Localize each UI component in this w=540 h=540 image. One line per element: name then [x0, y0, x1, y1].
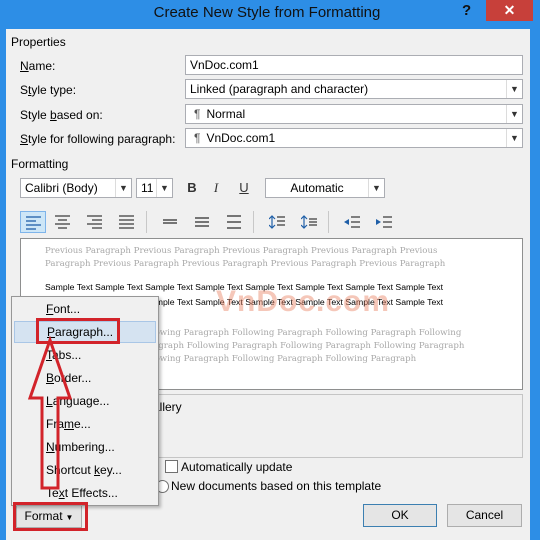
auto-update-checkbox[interactable] — [165, 460, 178, 473]
increase-indent-button[interactable] — [371, 211, 397, 233]
double-spacing-icon — [227, 215, 241, 229]
increase-indent-icon — [376, 216, 392, 228]
close-button[interactable]: ✕ — [486, 0, 533, 21]
help-button[interactable]: ? — [462, 2, 471, 19]
align-center-button[interactable] — [50, 211, 76, 233]
format-button-highlight-box — [13, 502, 88, 531]
chevron-down-icon[interactable]: ▼ — [368, 179, 384, 197]
paragraph-mark-icon: ¶ — [194, 107, 201, 121]
based-on-label: Style based on: — [20, 108, 103, 122]
watermark-logo: VnDoc.com — [216, 285, 391, 318]
align-left-icon — [26, 216, 41, 230]
font-size-dropdown[interactable]: 11 ▼ — [136, 178, 173, 198]
one-half-spacing-icon — [195, 217, 209, 227]
dialog-title: Create New Style from Formatting — [153, 4, 381, 21]
annotation-arrow-icon — [27, 336, 73, 490]
chevron-down-icon[interactable]: ▼ — [156, 179, 172, 197]
cancel-button[interactable]: Cancel — [447, 504, 522, 527]
font-color-dropdown[interactable]: Automatic ▼ — [265, 178, 385, 198]
decrease-spacing-icon — [301, 215, 317, 229]
double-spacing-button[interactable] — [221, 211, 247, 233]
style-type-value: Linked (paragraph and character) — [190, 82, 369, 96]
justify-icon — [119, 215, 134, 229]
chevron-down-icon[interactable]: ▼ — [506, 80, 522, 98]
bold-button[interactable]: B — [181, 178, 203, 198]
based-on-dropdown[interactable]: ¶ Normal ▼ — [185, 104, 523, 124]
font-dropdown[interactable]: Calibri (Body) ▼ — [20, 178, 132, 198]
font-value: Calibri (Body) — [25, 181, 98, 195]
align-right-icon — [87, 215, 102, 229]
single-spacing-button[interactable] — [157, 211, 183, 233]
dialog-window: Create New Style from Formatting ? ✕ Pro… — [0, 0, 540, 540]
one-half-spacing-button[interactable] — [189, 211, 215, 233]
chevron-down-icon[interactable]: ▼ — [115, 179, 131, 197]
font-color-value: Automatic — [290, 181, 344, 195]
ok-button[interactable]: OK — [363, 504, 437, 527]
formatting-heading: Formatting — [11, 157, 69, 171]
increase-paragraph-spacing-button[interactable] — [264, 211, 290, 233]
chevron-down-icon[interactable]: ▼ — [506, 129, 522, 147]
name-input[interactable]: VnDoc.com1 — [185, 55, 523, 75]
preview-previous-paragraph: Previous Paragraph Previous Paragraph Pr… — [45, 246, 446, 269]
name-label: Name: — [20, 59, 56, 73]
font-size-value: 11 — [141, 181, 154, 195]
title-bar[interactable]: Create New Style from Formatting ? ✕ — [0, 0, 540, 26]
increase-spacing-icon — [269, 215, 285, 229]
underline-button[interactable]: U — [233, 178, 255, 198]
following-style-label: Style for following paragraph: — [20, 132, 176, 146]
auto-update-label: Automatically update — [181, 460, 293, 474]
align-right-button[interactable] — [82, 211, 108, 233]
toolbar-divider — [146, 211, 147, 233]
chevron-down-icon[interactable]: ▼ — [506, 105, 522, 123]
align-left-button[interactable] — [20, 211, 46, 233]
new-documents-label: New documents based on this template — [171, 479, 382, 493]
toolbar-divider — [253, 211, 254, 233]
decrease-indent-icon — [344, 216, 360, 228]
italic-button[interactable]: I — [205, 178, 227, 198]
style-type-dropdown[interactable]: Linked (paragraph and character) ▼ — [185, 79, 523, 99]
paragraph-mark-icon: ¶ — [194, 131, 201, 145]
properties-heading: Properties — [11, 35, 66, 49]
following-style-dropdown[interactable]: ¶ VnDoc.com1 ▼ — [185, 128, 523, 148]
following-style-value: VnDoc.com1 — [206, 131, 276, 145]
decrease-paragraph-spacing-button[interactable] — [296, 211, 322, 233]
toolbar-divider — [328, 211, 329, 233]
menu-item-font[interactable]: Font... — [14, 298, 156, 320]
justify-button[interactable] — [114, 211, 140, 233]
single-spacing-icon — [163, 219, 177, 224]
decrease-indent-button[interactable] — [339, 211, 365, 233]
based-on-value: Normal — [206, 107, 246, 121]
align-center-icon — [55, 215, 70, 229]
style-type-label: Style type: — [20, 83, 77, 97]
